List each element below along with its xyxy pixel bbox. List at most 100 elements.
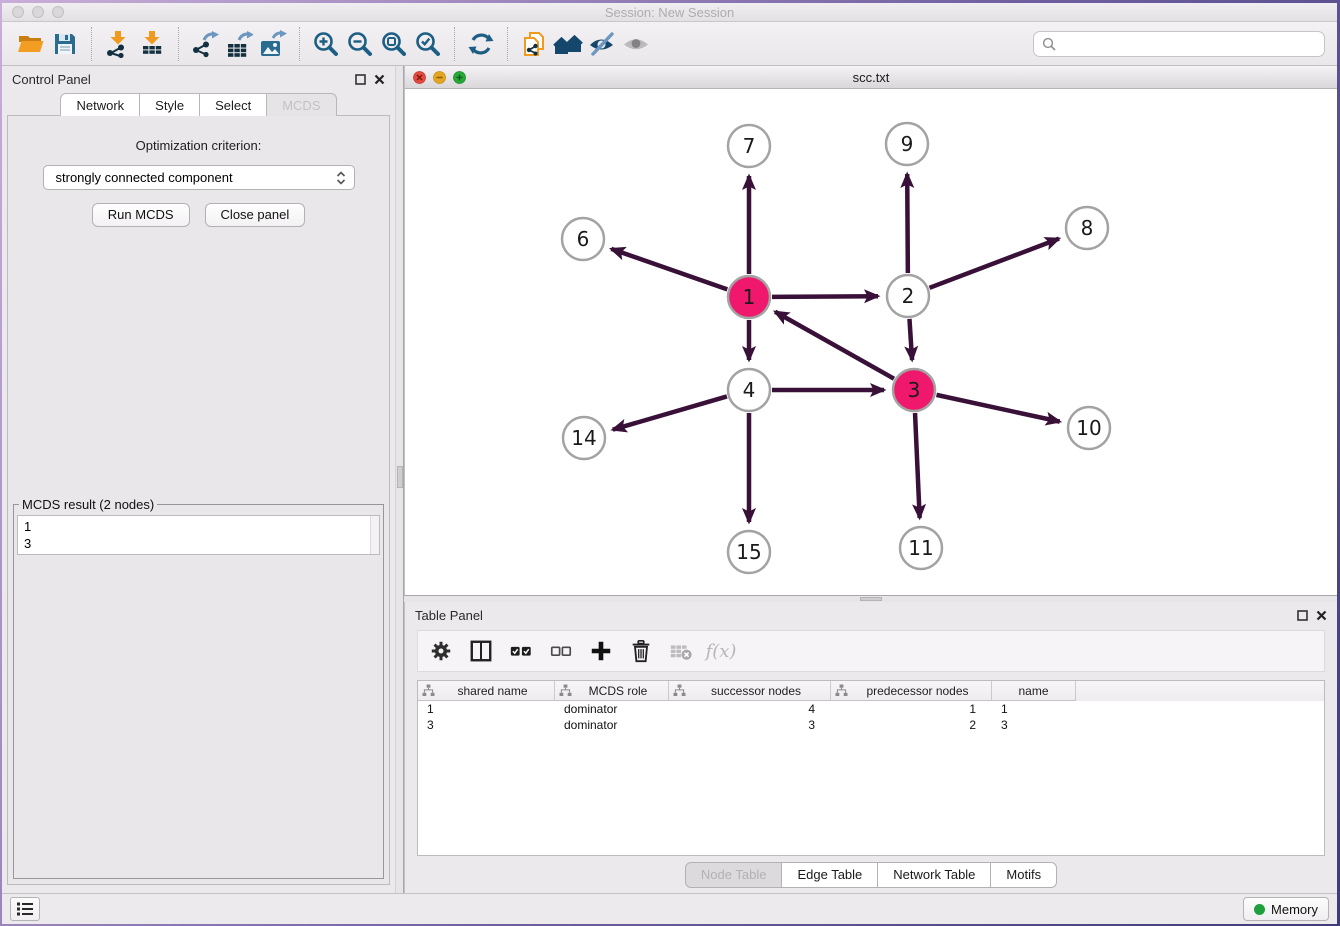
delete-columns-button[interactable]: [628, 638, 654, 664]
deselect-all-button[interactable]: [548, 638, 574, 664]
houses-icon: [553, 30, 583, 58]
main-toolbar: [2, 22, 1337, 66]
graph-edge-2-9[interactable]: [907, 174, 908, 273]
tab-motifs[interactable]: Motifs: [991, 862, 1057, 888]
graph-node-1[interactable]: 1: [728, 276, 770, 318]
zoom-in-icon: [312, 30, 340, 58]
column-header-MCDS-role[interactable]: MCDS role: [555, 681, 669, 701]
zoom-out-button[interactable]: [343, 27, 377, 61]
import-table-icon: [138, 30, 166, 58]
graph-node-8[interactable]: 8: [1066, 207, 1108, 249]
hide-eye-icon: [588, 30, 616, 58]
clone-network-button[interactable]: [517, 27, 551, 61]
save-icon: [51, 30, 79, 58]
graph-node-14[interactable]: 14: [563, 417, 605, 459]
function-builder-button[interactable]: f(x): [708, 638, 734, 664]
graph-node-2[interactable]: 2: [887, 275, 929, 317]
first-neighbors-button[interactable]: [551, 27, 585, 61]
import-network-button[interactable]: [101, 27, 135, 61]
export-table-button[interactable]: [222, 27, 256, 61]
open-file-button[interactable]: [14, 27, 48, 61]
zoom-in-button[interactable]: [309, 27, 343, 61]
run-mcds-button[interactable]: Run MCDS: [92, 203, 190, 227]
tab-select[interactable]: Select: [200, 93, 267, 116]
close-panel-button[interactable]: Close panel: [205, 203, 306, 227]
graph-edge-3-10[interactable]: [936, 395, 1059, 422]
control-panel: Control Panel Network Style Select MCDS …: [2, 66, 395, 893]
graph-edge-1-6[interactable]: [611, 249, 727, 290]
gear-icon: [429, 639, 453, 663]
export-network-button[interactable]: [188, 27, 222, 61]
graph-edge-4-14[interactable]: [613, 396, 727, 429]
column-header-name[interactable]: name: [992, 681, 1076, 701]
graph-edge-2-3[interactable]: [909, 319, 912, 360]
maximize-view-icon[interactable]: [453, 71, 466, 84]
minimize-view-icon[interactable]: [433, 71, 446, 84]
table-row[interactable]: 3dominator323: [418, 717, 1324, 733]
show-eye-icon: [622, 30, 650, 58]
tab-network[interactable]: Network: [60, 93, 140, 116]
table-row[interactable]: 1dominator411: [418, 701, 1324, 717]
column-header-successor-nodes[interactable]: successor nodes: [669, 681, 831, 701]
graph-node-6[interactable]: 6: [562, 218, 604, 260]
graph-node-label: 9: [901, 132, 914, 156]
hide-selected-button[interactable]: [585, 27, 619, 61]
create-column-button[interactable]: [588, 638, 614, 664]
graph-edge-1-2[interactable]: [772, 296, 878, 297]
delete-table-button[interactable]: [668, 638, 694, 664]
table-cell: dominator: [555, 717, 669, 733]
graph-node-11[interactable]: 11: [900, 527, 942, 569]
tab-network-table[interactable]: Network Table: [878, 862, 991, 888]
refresh-network-button[interactable]: [464, 27, 498, 61]
memory-button[interactable]: Memory: [1243, 897, 1329, 921]
show-column-panel-button[interactable]: [468, 638, 494, 664]
tab-style[interactable]: Style: [140, 93, 200, 116]
graph-edge-3-1[interactable]: [775, 312, 894, 379]
app-window: Session: New Session: [2, 3, 1337, 924]
graph-node-3[interactable]: 3: [893, 369, 935, 411]
graph-node-10[interactable]: 10: [1068, 407, 1110, 449]
show-all-button[interactable]: [619, 27, 653, 61]
graph-edge-2-8[interactable]: [930, 239, 1059, 288]
table-cell: 1: [831, 701, 992, 717]
search-input[interactable]: [1062, 36, 1316, 51]
criterion-select[interactable]: strongly connected component: [43, 165, 355, 190]
splitter-grip[interactable]: [860, 597, 882, 601]
panel-splitter-vertical[interactable]: [395, 66, 404, 893]
tab-mcds[interactable]: MCDS: [267, 93, 336, 116]
close-view-icon[interactable]: [413, 71, 426, 84]
column-settings-button[interactable]: [428, 638, 454, 664]
column-header-shared-name[interactable]: shared name: [418, 681, 555, 701]
export-image-button[interactable]: [256, 27, 290, 61]
graph-edge-3-11[interactable]: [915, 413, 920, 518]
network-canvas[interactable]: 7 9 6 8 1 2 4 3 14 10 15 11: [405, 89, 1337, 595]
close-panel-icon[interactable]: [1316, 610, 1327, 621]
zoom-fit-button[interactable]: [377, 27, 411, 61]
result-scrollbar[interactable]: [370, 516, 379, 554]
select-all-button[interactable]: [508, 638, 534, 664]
panel-splitter-horizontal[interactable]: [404, 595, 1337, 602]
memory-status-icon: [1254, 904, 1265, 915]
column-header-predecessor-nodes[interactable]: predecessor nodes: [831, 681, 992, 701]
graph-node-label: 4: [743, 378, 756, 402]
graph-node-9[interactable]: 9: [886, 123, 928, 165]
tab-node-table[interactable]: Node Table: [685, 862, 783, 888]
table-cell: 4: [669, 701, 831, 717]
close-panel-icon[interactable]: [374, 74, 385, 85]
graph-node-4[interactable]: 4: [728, 369, 770, 411]
column-type-icon: [835, 684, 848, 697]
show-panels-button[interactable]: [10, 897, 40, 921]
tab-edge-table[interactable]: Edge Table: [782, 862, 878, 888]
table-cell: 2: [831, 717, 992, 733]
float-panel-icon[interactable]: [1297, 610, 1308, 621]
graph-node-15[interactable]: 15: [728, 531, 770, 573]
clone-network-icon: [520, 30, 548, 58]
graph-node-7[interactable]: 7: [728, 125, 770, 167]
zoom-selected-button[interactable]: [411, 27, 445, 61]
save-session-button[interactable]: [48, 27, 82, 61]
float-panel-icon[interactable]: [355, 74, 366, 85]
app-titlebar: Session: New Session: [2, 3, 1337, 22]
table-cell: 1: [418, 701, 555, 717]
splitter-grip[interactable]: [397, 466, 403, 488]
import-table-button[interactable]: [135, 27, 169, 61]
